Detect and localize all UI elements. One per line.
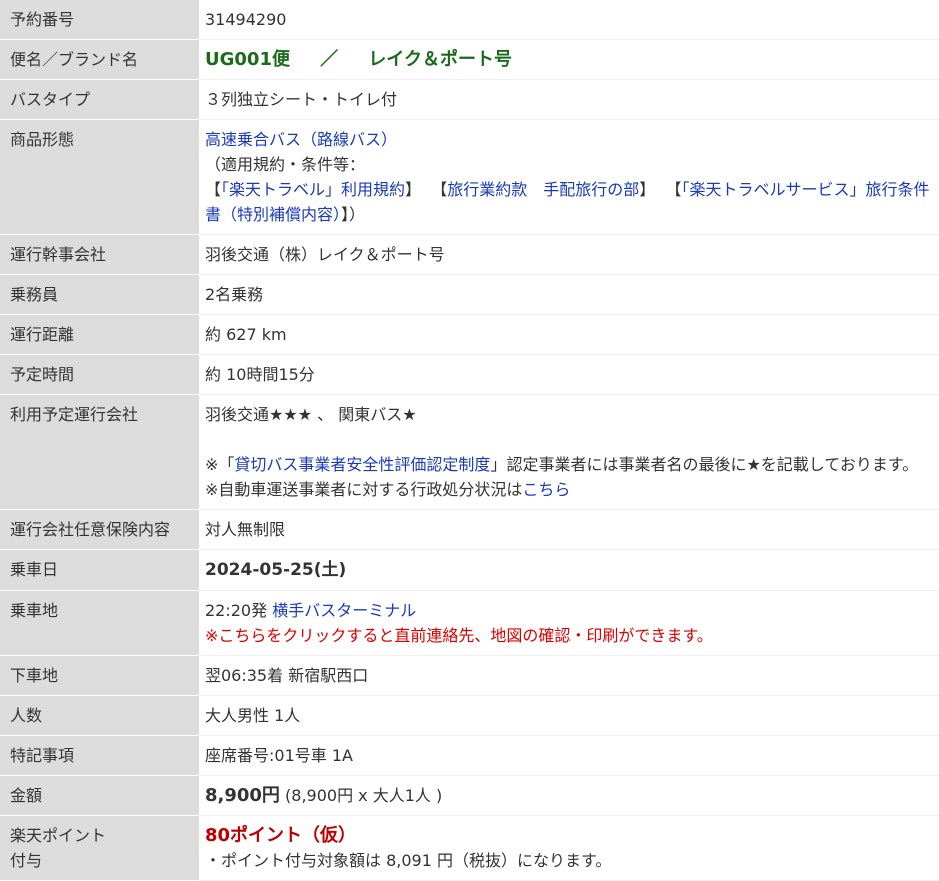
operators-list: 羽後交通★★★ 、 関東バス★ [205,405,417,424]
row-label: 利用予定運行会社 [0,395,199,510]
travel-agency-terms-link[interactable]: 旅行業約款 手配旅行の部 [447,180,639,199]
row-label: 下車地 [0,656,199,696]
row-label: 運行距離 [0,315,199,355]
flight-number: UG001便 [205,49,290,70]
row-label: 運行会社任意保険内容 [0,510,199,550]
boarding-note: ※こちらをクリックすると直前連絡先、地図の確認・印刷ができます。 [205,626,713,645]
bus-type: ３列独立シート・トイレ付 [199,80,939,120]
row-distance: 運行距離 約 627 km [0,315,939,355]
note-suffix: 」認定事業者には事業者名の最後に★を記載しております。 [490,455,919,474]
points-label-line1: 楽天ポイント [10,826,107,845]
note-prefix: ※「 [205,455,235,474]
row-price: 金額 8,900円 (8,900円 x 大人1人 ) [0,776,939,816]
points-note: ・ポイント付与対象額は 8,091 円（税抜）になります。 [205,851,612,870]
admin-note: ※自動車運送事業者に対する行政処分状況は [205,480,523,499]
row-boarding-date: 乗車日 2024-05-25(土) [0,550,939,591]
row-label: 予定時間 [0,355,199,395]
row-label: 運行幹事会社 [0,235,199,275]
row-label: バスタイプ [0,80,199,120]
bracket-close: 】） [341,205,366,224]
rules-intro: （適用規約・条件等： [205,155,366,174]
crew: 2名乗務 [199,275,939,315]
product-type-link[interactable]: 高速乗合バス（路線バス） [205,130,397,149]
boarding-date: 2024-05-25(土) [205,560,347,580]
bracket-open: 【 [431,180,448,199]
reservation-number: 31494290 [199,0,939,40]
product-value: 高速乗合バス（路線バス） （適用規約・条件等： 【「楽天トラベル」利用規約】 【… [199,120,939,235]
boarding-time: 22:20発 [205,601,273,620]
special-notes: 座席番号:01号車 1A [199,736,939,776]
brand-separator: ／ [320,49,339,70]
row-label: 乗車地 [0,591,199,656]
row-product: 商品形態 高速乗合バス（路線バス） （適用規約・条件等： 【「楽天トラベル」利用… [0,120,939,235]
bracket-close: 】 [405,180,422,199]
brand-value: UG001便 ／ レイク＆ポート号 [199,40,939,80]
price-detail: (8,900円 x 大人1人 ) [279,786,443,805]
row-label: 予約番号 [0,0,199,40]
operators-value: 羽後交通★★★ 、 関東バス★ ※「貸切バス事業者安全性評価認定制度」認定事業者… [199,395,939,510]
row-bus-type: バスタイプ ３列独立シート・トイレ付 [0,80,939,120]
passengers: 大人男性 1人 [199,696,939,736]
row-insurance: 運行会社任意保険内容 対人無制限 [0,510,939,550]
row-crew: 乗務員 2名乗務 [0,275,939,315]
operator-main: 羽後交通（株）レイク＆ポート号 [199,235,939,275]
row-label: 金額 [0,776,199,816]
boarding-date-cell: 2024-05-25(土) [199,550,939,591]
points-cell: 80ポイント（仮） ・ポイント付与対象額は 8,091 円（税抜）になります。 [199,816,939,881]
row-operator-main: 運行幹事会社 羽後交通（株）レイク＆ポート号 [0,235,939,275]
boarding-place-cell: 22:20発 横手バスターミナル ※こちらをクリックすると直前連絡先、地図の確認… [199,591,939,656]
bracket-open: 【 [665,180,682,199]
brand-name: レイク＆ポート号 [368,49,512,70]
admin-disposition-link[interactable]: こちら [522,480,570,499]
insurance: 対人無制限 [199,510,939,550]
row-boarding-place: 乗車地 22:20発 横手バスターミナル ※こちらをクリックすると直前連絡先、地… [0,591,939,656]
boarding-place-link[interactable]: 横手バスターミナル [272,601,416,620]
row-label: 特記事項 [0,736,199,776]
row-reservation-number: 予約番号 31494290 [0,0,939,40]
row-label: 商品形態 [0,120,199,235]
bracket-open: 【 [205,180,222,199]
points-label-line2: 付与 [10,851,43,870]
row-label: 乗車日 [0,550,199,591]
duration: 約 10時間15分 [199,355,939,395]
price-amount: 8,900円 [205,785,280,806]
bracket-close: 】 [639,180,656,199]
row-passengers: 人数 大人男性 1人 [0,696,939,736]
rakuten-terms-link[interactable]: 「楽天トラベル」利用規約 [221,180,405,199]
reservation-details-table: 予約番号 31494290 便名／ブランド名 UG001便 ／ レイク＆ポート号… [0,0,939,881]
points-value: 80ポイント（仮） [205,825,357,846]
row-label: 便名／ブランド名 [0,40,199,80]
row-label: 乗務員 [0,275,199,315]
row-special: 特記事項 座席番号:01号車 1A [0,736,939,776]
row-label: 人数 [0,696,199,736]
alighting-place: 翌06:35着 新宿駅西口 [199,656,939,696]
row-label: 楽天ポイント 付与 [0,816,199,881]
safety-evaluation-link[interactable]: 貸切バス事業者安全性評価認定制度 [234,455,490,474]
row-operators: 利用予定運行会社 羽後交通★★★ 、 関東バス★ ※「貸切バス事業者安全性評価認… [0,395,939,510]
distance: 約 627 km [199,315,939,355]
row-alighting-place: 下車地 翌06:35着 新宿駅西口 [0,656,939,696]
price-cell: 8,900円 (8,900円 x 大人1人 ) [199,776,939,816]
row-points: 楽天ポイント 付与 80ポイント（仮） ・ポイント付与対象額は 8,091 円（… [0,816,939,881]
row-brand: 便名／ブランド名 UG001便 ／ レイク＆ポート号 [0,40,939,80]
row-duration: 予定時間 約 10時間15分 [0,355,939,395]
